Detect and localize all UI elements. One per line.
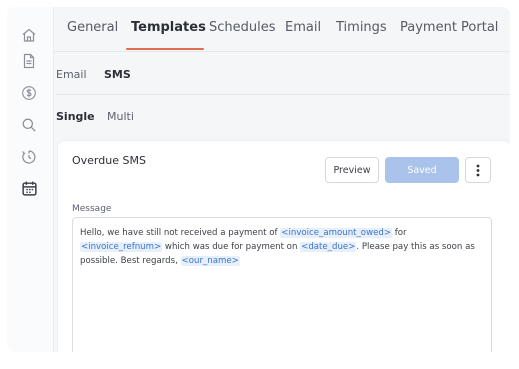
message-label: Message <box>72 204 112 214</box>
settings-tabs: General Templates Schedules Email Timing… <box>53 7 510 52</box>
saved-button[interactable]: Saved <box>385 157 459 183</box>
home-icon[interactable] <box>18 24 40 46</box>
variable-token: <invoice_amount_owed> <box>280 228 393 238</box>
tab-templates[interactable]: Templates <box>131 20 206 35</box>
tab-channel-email[interactable]: Email <box>56 68 87 81</box>
variable-token: <our_name> <box>180 256 240 266</box>
template-card: Overdue SMS Preview Saved Message Hello,… <box>58 141 510 352</box>
vertical-dots-icon <box>476 164 480 176</box>
preview-button[interactable]: Preview <box>325 157 379 183</box>
message-text: which was due for payment on <box>162 242 301 252</box>
search-icon[interactable] <box>18 114 40 136</box>
variable-token: <date_due> <box>300 242 357 252</box>
message-text: for <box>392 228 407 238</box>
message-text: Hello, we have still not received a paym… <box>80 228 281 238</box>
more-options-button[interactable] <box>465 157 491 183</box>
dollar-icon[interactable] <box>18 82 40 104</box>
tab-timings[interactable]: Timings <box>336 20 387 35</box>
tab-channel-sms[interactable]: SMS <box>104 68 131 81</box>
variable-token: <invoice_refnum> <box>80 242 163 252</box>
tab-payment-portal[interactable]: Payment Portal <box>400 20 498 35</box>
sidebar <box>7 7 54 352</box>
channel-tabs: Email SMS <box>56 59 510 95</box>
template-title: Overdue SMS <box>72 154 146 167</box>
calendar-icon[interactable] <box>18 177 40 199</box>
tab-general[interactable]: General <box>67 20 118 35</box>
tab-mode-multi[interactable]: Multi <box>107 110 134 123</box>
message-textarea[interactable]: Hello, we have still not received a paym… <box>72 217 492 352</box>
reminder-icon[interactable] <box>18 146 40 168</box>
mode-tabs: Single Multi <box>56 110 510 132</box>
document-icon[interactable] <box>18 50 40 72</box>
active-tab-indicator <box>126 48 204 50</box>
tab-schedules[interactable]: Schedules <box>209 20 276 35</box>
app-window: General Templates Schedules Email Timing… <box>7 7 510 352</box>
tab-mode-single[interactable]: Single <box>56 110 95 123</box>
tab-email[interactable]: Email <box>285 20 321 35</box>
